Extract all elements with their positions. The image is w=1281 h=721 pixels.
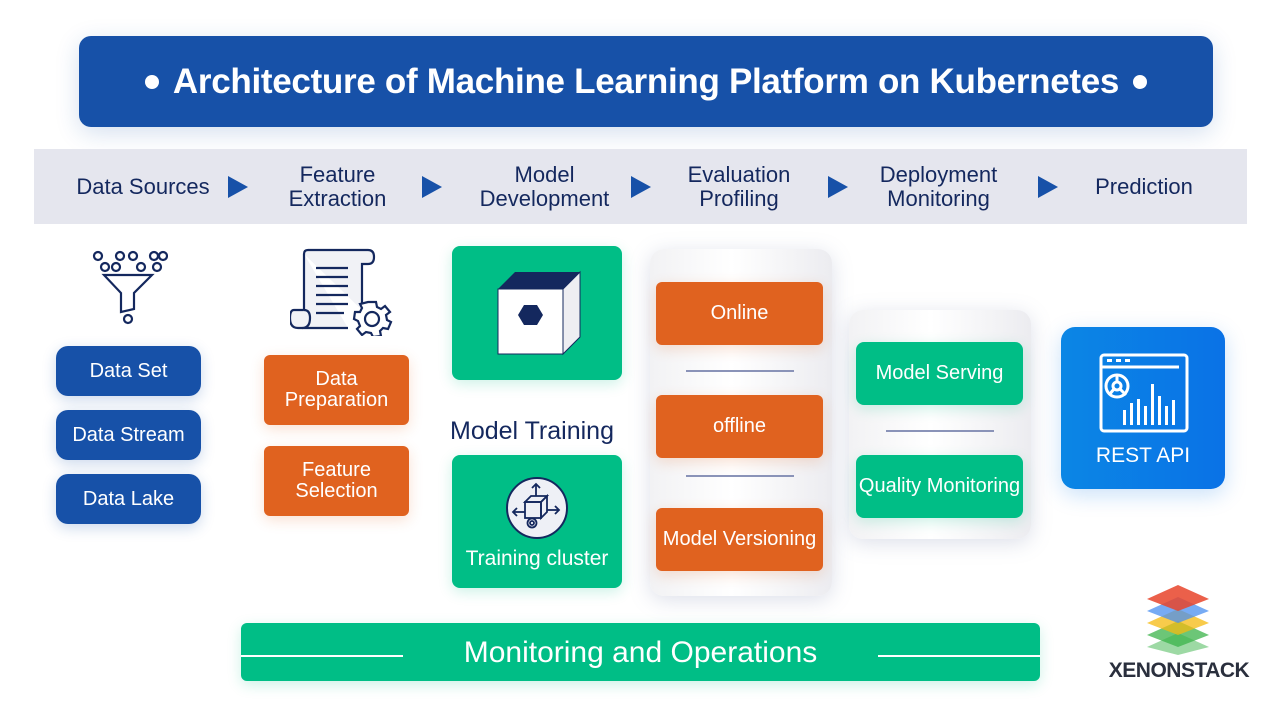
data-set-button[interactable]: Data Set (56, 346, 201, 396)
arrow-right-icon (631, 176, 651, 198)
training-cluster-label: Training cluster (465, 547, 609, 570)
stage-model-development: Model Development (479, 161, 610, 211)
bullet-dot-icon (144, 74, 159, 89)
cube-icon (497, 270, 581, 356)
model-versioning-button[interactable]: Model Versioning (656, 508, 823, 571)
rest-api-label: REST API (1095, 443, 1191, 467)
arrow-right-icon (422, 176, 442, 198)
stage-deployment-monitoring: Deployment Monitoring (879, 161, 998, 211)
monitoring-operations-label: Monitoring and Operations (463, 635, 818, 669)
divider (686, 475, 794, 477)
diagram-title: Architecture of Machine Learning Platfor… (172, 61, 1120, 101)
arrow-right-icon (1038, 176, 1058, 198)
divider (241, 655, 403, 657)
dashboard-icon (1099, 353, 1189, 432)
data-stream-button[interactable]: Data Stream (56, 410, 201, 460)
stage-evaluation-profiling: Evaluation Profiling (687, 161, 791, 211)
data-preparation-button[interactable]: Data Preparation (264, 355, 409, 425)
bullet-dot-icon (1133, 74, 1148, 89)
cluster-cube-icon (506, 477, 568, 539)
data-lake-button[interactable]: Data Lake (56, 474, 201, 524)
document-gear-icon (290, 248, 393, 336)
stage-data-sources: Data Sources (76, 173, 210, 199)
rest-api-card[interactable]: REST API (1061, 327, 1225, 489)
model-training-label: Model Training (450, 417, 614, 445)
divider (686, 370, 794, 372)
brand-name: XENONSTACK (1108, 659, 1250, 682)
arrow-right-icon (228, 176, 248, 198)
stage-feature-extraction: Feature Extraction (288, 161, 387, 211)
feature-selection-button[interactable]: Feature Selection (264, 446, 409, 516)
monitoring-operations-bar[interactable]: Monitoring and Operations (241, 623, 1040, 681)
model-serving-button[interactable]: Model Serving (856, 342, 1023, 405)
divider (878, 655, 1040, 657)
quality-monitoring-button[interactable]: Quality Monitoring (856, 455, 1023, 518)
stage-prediction: Prediction (1095, 173, 1193, 199)
xenonstack-logo-icon (1147, 585, 1209, 655)
offline-button[interactable]: offline (656, 395, 823, 458)
arrow-right-icon (828, 176, 848, 198)
title-banner: Architecture of Machine Learning Platfor… (79, 36, 1213, 127)
pipeline-bar: Data Sources Feature Extraction Model De… (34, 149, 1247, 224)
online-button[interactable]: Online (656, 282, 823, 345)
model-card[interactable] (452, 246, 622, 380)
funnel-icon (92, 250, 168, 325)
training-cluster-card[interactable]: Training cluster (452, 455, 622, 588)
divider (886, 430, 994, 432)
